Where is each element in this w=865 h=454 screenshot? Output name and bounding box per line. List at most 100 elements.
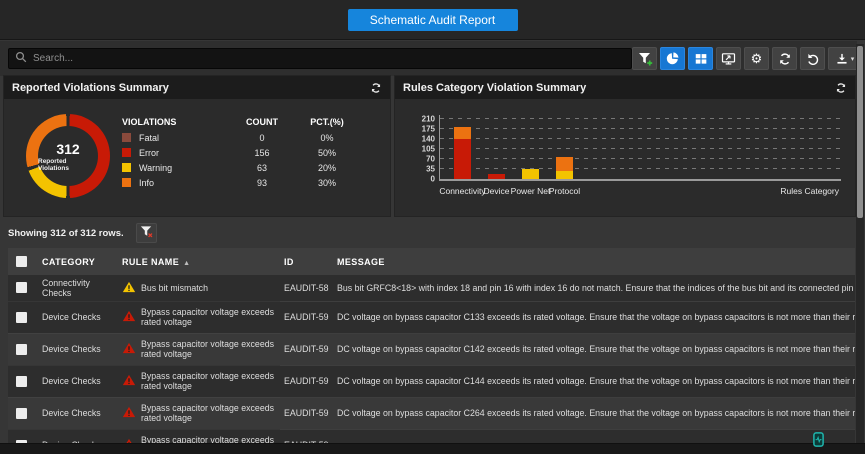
- rule-name: Bypass capacitor voltage exceeds rated v…: [141, 307, 276, 327]
- toolbar-buttons: ⚙▾: [632, 47, 861, 70]
- column-header-message[interactable]: MESSAGE: [333, 248, 855, 275]
- category-cell: Device Checks: [38, 429, 118, 443]
- column-header-category[interactable]: CATEGORY: [38, 248, 118, 275]
- message-cell: DC voltage on bypass capacitor C142 exce…: [333, 333, 855, 365]
- rules-category-panel: Rules Category Violation Summary 0357010…: [395, 76, 855, 216]
- table-row[interactable]: Device Checks Bypass capacitor voltage ex…: [8, 365, 855, 397]
- y-axis-tick: 70: [426, 154, 435, 163]
- table-row[interactable]: Device ChecksBypass capacitor voltage ex…: [8, 333, 855, 365]
- y-axis-tick: 140: [422, 134, 435, 143]
- info-color-swatch: [122, 178, 131, 187]
- select-all-checkbox[interactable]: [16, 256, 27, 267]
- chevron-down-icon: ▾: [851, 55, 855, 63]
- id-cell: EAUDIT-59: [280, 333, 333, 365]
- category-cell: Device Checks: [38, 365, 118, 397]
- rule-name: Bus bit mismatch: [141, 283, 208, 293]
- gridline: [440, 168, 841, 169]
- row-checkbox[interactable]: [16, 344, 27, 355]
- table-row[interactable]: Connectivity ChecksBus bit mismatchEAUDI…: [8, 275, 855, 301]
- donut-total-label: Reported Violations: [38, 158, 98, 172]
- refresh-icon[interactable]: [835, 82, 847, 94]
- activity-monitor-icon[interactable]: [813, 432, 824, 452]
- row-checkbox[interactable]: [16, 408, 27, 419]
- rules-category-panel-header: Rules Category Violation Summary: [395, 76, 855, 99]
- add-filter-button[interactable]: [632, 47, 657, 70]
- column-header-rule-name[interactable]: RULE NAME▲: [118, 248, 280, 275]
- warning-triangle-icon: [122, 281, 136, 295]
- search-input[interactable]: [33, 53, 625, 64]
- table-header-row: CATEGORYRULE NAME▲IDMESSAGE: [8, 248, 855, 275]
- table-row[interactable]: Device Checks Bypass capacitor voltage ex…: [8, 429, 855, 443]
- error-triangle-icon: [122, 310, 136, 324]
- message-cell: DC voltage on bypass capacitor C133 exce…: [333, 301, 855, 333]
- sort-asc-icon: ▲: [183, 260, 190, 267]
- id-cell: EAUDIT-59: [280, 429, 333, 443]
- gridline: [440, 118, 841, 119]
- rule-name: Bypass capacitor voltage exceeds rated v…: [141, 371, 276, 391]
- bar-device[interactable]: [488, 174, 505, 179]
- rule-name: Bypass capacitor voltage exceeds rated v…: [141, 435, 276, 443]
- bar-segment-error: [454, 139, 471, 179]
- chart-view-button[interactable]: [660, 47, 685, 70]
- donut-total: 312: [56, 141, 79, 157]
- report-title-button[interactable]: Schematic Audit Report: [348, 9, 518, 31]
- undo-button[interactable]: [800, 47, 825, 70]
- violations-table: CATEGORYRULE NAME▲IDMESSAGE Connectivity…: [8, 248, 855, 443]
- gear-icon: ⚙: [751, 52, 763, 65]
- bar-segment-error: [488, 174, 505, 179]
- legend-row-info: Info9330%: [122, 175, 372, 190]
- bar-segment-info: [454, 127, 471, 139]
- violations-donut-chart[interactable]: 312 Reported Violations: [26, 114, 110, 198]
- settings-button[interactable]: ⚙: [744, 47, 769, 70]
- x-axis-category-label: Device: [484, 186, 510, 196]
- refresh-button[interactable]: [772, 47, 797, 70]
- message-cell: Bus bit GRFC8<18> with index 18 and pin …: [333, 275, 855, 301]
- table-grid-icon: [694, 52, 708, 66]
- error-triangle-icon: [122, 374, 136, 388]
- panel-title: Rules Category Violation Summary: [403, 82, 586, 94]
- bar-segment-warning: [522, 169, 539, 179]
- pie-chart-icon: [665, 51, 680, 66]
- row-checkbox[interactable]: [16, 282, 27, 293]
- column-header-id[interactable]: ID: [280, 248, 333, 275]
- download-icon: [835, 52, 849, 66]
- search-box: [8, 48, 632, 69]
- table-row[interactable]: Device Checks Bypass capacitor voltage ex…: [8, 301, 855, 333]
- table-row[interactable]: Device ChecksBypass capacitor voltage ex…: [8, 397, 855, 429]
- violations-legend: VIOLATIONSCOUNTPCT.(%)Fatal00%Error15650…: [122, 113, 372, 190]
- monitor-arrow-icon: [721, 51, 736, 66]
- legend-header-row: VIOLATIONSCOUNTPCT.(%): [122, 113, 372, 130]
- legend-row-warning: Warning6320%: [122, 160, 372, 175]
- error-color-swatch: [122, 148, 131, 157]
- funnel-plus-icon: [637, 51, 653, 67]
- gridline: [440, 138, 841, 139]
- y-axis-tick: 105: [422, 144, 435, 153]
- showing-rows-text: Showing 312 of 312 rows.: [8, 228, 124, 239]
- table-view-button[interactable]: [688, 47, 713, 70]
- y-axis-tick: 0: [431, 175, 435, 184]
- legend-row-error: Error15650%: [122, 145, 372, 160]
- rules-category-panel-body: 03570105140175210ConnectivityDevicePower…: [395, 99, 855, 216]
- refresh-icon[interactable]: [370, 82, 382, 94]
- clear-filter-button[interactable]: [136, 223, 157, 243]
- gridline: [440, 148, 841, 149]
- x-axis-category-label: Power Net: [511, 186, 551, 196]
- message-cell: [333, 429, 855, 443]
- rules-category-bar-chart[interactable]: 03570105140175210ConnectivityDevicePower…: [401, 109, 849, 216]
- funnel-clear-icon: [139, 224, 154, 242]
- category-cell: Device Checks: [38, 301, 118, 333]
- display-button[interactable]: [716, 47, 741, 70]
- bar-protocol[interactable]: [556, 157, 573, 179]
- bar-power-net[interactable]: [522, 169, 539, 179]
- row-checkbox[interactable]: [16, 312, 27, 323]
- toolbar: ⚙▾: [0, 41, 857, 76]
- reported-violations-panel: Reported Violations Summary 312 Reported…: [4, 76, 390, 216]
- undo-icon: [806, 52, 820, 66]
- bar-connectivity[interactable]: [454, 127, 471, 180]
- panel-title: Reported Violations Summary: [12, 82, 169, 94]
- row-checkbox[interactable]: [16, 376, 27, 387]
- scrollbar-thumb[interactable]: [857, 46, 863, 218]
- vertical-scrollbar[interactable]: [856, 44, 864, 443]
- rule-name: Bypass capacitor voltage exceeds rated v…: [141, 339, 276, 359]
- reported-violations-panel-header: Reported Violations Summary: [4, 76, 390, 99]
